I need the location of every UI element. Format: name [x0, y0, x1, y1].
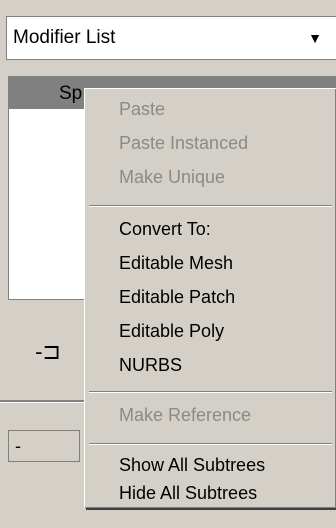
context-menu: Paste Paste Instanced Make Unique Conver… [84, 88, 336, 508]
menu-item-editable-poly[interactable]: Editable Poly [119, 321, 224, 342]
menu-item-nurbs[interactable]: NURBS [119, 355, 182, 376]
chevron-down-icon[interactable]: ▼ [305, 17, 325, 59]
menu-item-paste: Paste [119, 99, 166, 119]
parameter-field[interactable]: - [8, 430, 80, 462]
menu-separator [89, 443, 332, 445]
menu-item-make-reference: Make Reference [119, 405, 252, 425]
modifier-list-dropdown[interactable]: Modifier List ▼ [6, 16, 336, 60]
menu-separator [89, 391, 332, 393]
menu-item-editable-patch[interactable]: Editable Patch [119, 287, 235, 308]
divider [0, 400, 90, 403]
menu-item-show-all-subtrees[interactable]: Show All Subtrees [119, 455, 265, 476]
menu-item-paste-instanced: Paste Instanced [119, 133, 249, 153]
modifier-list-label: Modifier List [13, 27, 116, 48]
menu-item-convert-to: Convert To: [119, 219, 211, 239]
menu-item-make-unique: Make Unique [119, 167, 226, 187]
pin-stack-icon[interactable]: -⊐ [35, 339, 61, 365]
stack-item-label: Sp [59, 83, 83, 104]
stack-toolbar: -⊐ [8, 322, 88, 382]
menu-item-hide-all-subtrees[interactable]: Hide All Subtrees [119, 483, 257, 504]
menu-separator [89, 205, 332, 207]
menu-item-editable-mesh[interactable]: Editable Mesh [119, 253, 233, 274]
